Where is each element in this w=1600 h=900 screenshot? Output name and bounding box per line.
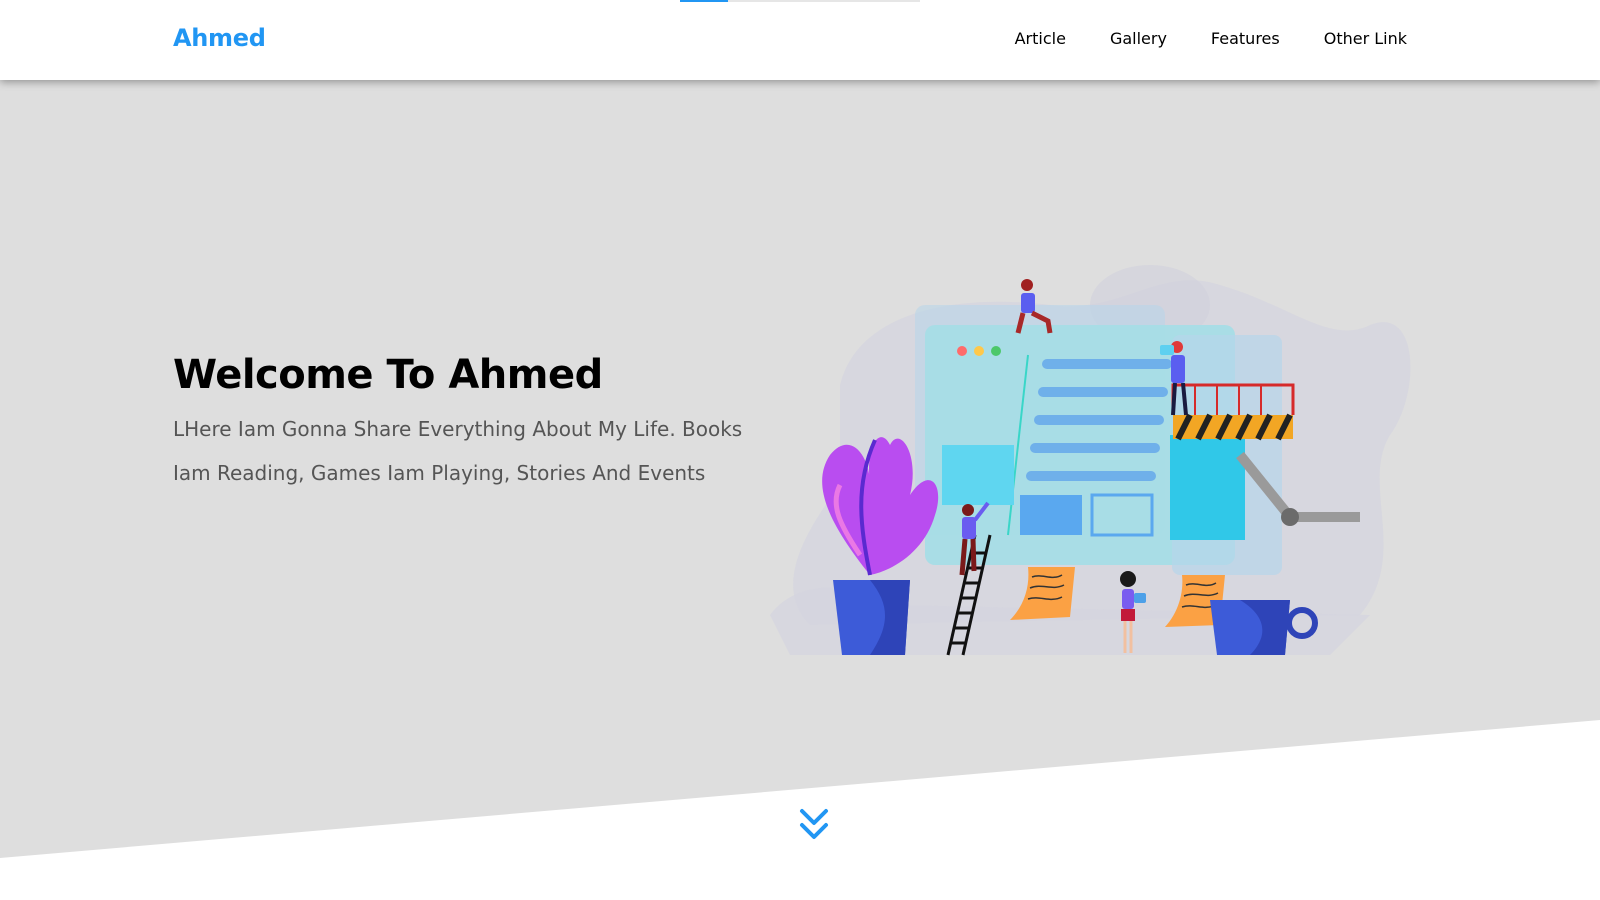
nav-link-features[interactable]: Features [1211, 29, 1280, 48]
nav-item-features: Features [1211, 29, 1280, 48]
scroll-progress-bar [680, 0, 920, 2]
nav-item-article: Article [1015, 29, 1066, 48]
nav-link-gallery[interactable]: Gallery [1110, 29, 1167, 48]
scroll-down-button[interactable] [798, 808, 830, 842]
scroll-progress-fill [680, 0, 728, 2]
hero-section: Welcome To Ahmed LHere Iam Gonna Share E… [0, 80, 1600, 900]
hero-title: Welcome To Ahmed [173, 352, 603, 398]
nav-link-other-link[interactable]: Other Link [1324, 29, 1407, 48]
hero-text-block: Welcome To Ahmed LHere Iam Gonna Share E… [173, 353, 753, 495]
nav-link-article[interactable]: Article [1015, 29, 1066, 48]
nav-item-other-link: Other Link [1324, 29, 1407, 48]
main-nav: Article Gallery Features Other Link [971, 29, 1407, 48]
double-chevron-down-icon [800, 809, 828, 839]
nav-item-gallery: Gallery [1110, 29, 1167, 48]
hero-illustration [770, 265, 1411, 656]
hero-description: LHere Iam Gonna Share Everything About M… [173, 417, 743, 485]
site-header: Ahmed Article Gallery Features Other Lin… [0, 0, 1600, 80]
logo-link[interactable]: Ahmed [173, 24, 266, 52]
